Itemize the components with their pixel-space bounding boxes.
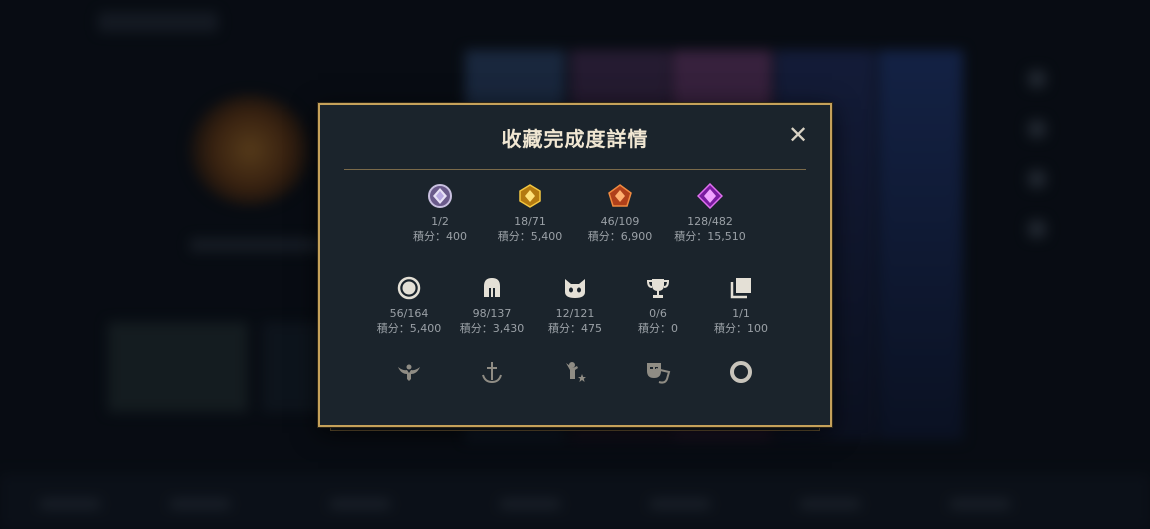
circle-frame-icon: [728, 359, 754, 385]
locked-category: [618, 359, 698, 385]
collection-details-modal: 收藏完成度詳情 ✕ 1/2 積分：400 18/71 積分：5,400 46/1…: [318, 103, 832, 427]
locked-category: [452, 359, 532, 385]
category-points: 積分：100: [714, 322, 768, 335]
helmet-icon: [479, 275, 505, 301]
rarity-points: 積分：5,400: [497, 230, 563, 243]
close-button[interactable]: ✕: [786, 123, 810, 147]
category-points: 積分：5,400: [376, 322, 442, 335]
category-count: 12/121: [555, 307, 595, 320]
category-points: 積分：475: [548, 322, 602, 335]
rarity-count: 18/71: [514, 215, 546, 228]
locked-category: [535, 359, 615, 385]
category-points: 積分：0: [638, 322, 678, 335]
category-stat: 1/1 積分：100: [701, 275, 781, 337]
icon-ring-icon: [396, 275, 422, 301]
category-stat: 98/137 積分：3,430: [452, 275, 532, 337]
rarity-stat: 46/109 積分：6,900: [580, 183, 660, 245]
rarity-count: 1/2: [431, 215, 449, 228]
modal-title: 收藏完成度詳情: [501, 127, 649, 151]
masks-icon: [645, 359, 671, 385]
cat-face-icon: [562, 275, 588, 301]
category-stats-row: 56/164 積分：5,400 98/137 積分：3,430 12/121 積…: [320, 275, 830, 337]
rarity-stat: 128/482 積分：15,510: [670, 183, 750, 245]
trophy-icon: [645, 275, 671, 301]
locked-categories-row: [320, 359, 830, 385]
rarity-points: 積分：6,900: [587, 230, 653, 243]
category-count: 1/1: [732, 307, 750, 320]
category-points: 積分：3,430: [459, 322, 525, 335]
title-divider: [344, 169, 806, 170]
locked-category: [369, 359, 449, 385]
crystal-white-icon: [427, 183, 453, 209]
locked-category: [701, 359, 781, 385]
figure-star-icon: [562, 359, 588, 385]
rarity-stats-row: 1/2 積分：400 18/71 積分：5,400 46/109 積分：6,90…: [320, 183, 830, 245]
crystal-orange-icon: [607, 183, 633, 209]
rarity-count: 128/482: [687, 215, 733, 228]
crystal-purple-icon: [697, 183, 723, 209]
category-stat: 12/121 積分：475: [535, 275, 615, 337]
category-count: 56/164: [389, 307, 429, 320]
category-count: 0/6: [649, 307, 667, 320]
crystal-gold-icon: [517, 183, 543, 209]
category-count: 98/137: [472, 307, 512, 320]
rarity-points: 積分：400: [413, 230, 467, 243]
winged-emblem-icon: [396, 359, 422, 385]
cards-icon: [728, 275, 754, 301]
category-stat: 56/164 積分：5,400: [369, 275, 449, 337]
rarity-stat: 18/71 積分：5,400: [490, 183, 570, 245]
rarity-stat: 1/2 積分：400: [400, 183, 480, 245]
category-stat: 0/6 積分：0: [618, 275, 698, 337]
rarity-points: 積分：15,510: [674, 230, 746, 243]
rarity-count: 46/109: [600, 215, 640, 228]
anchor-sword-icon: [479, 359, 505, 385]
